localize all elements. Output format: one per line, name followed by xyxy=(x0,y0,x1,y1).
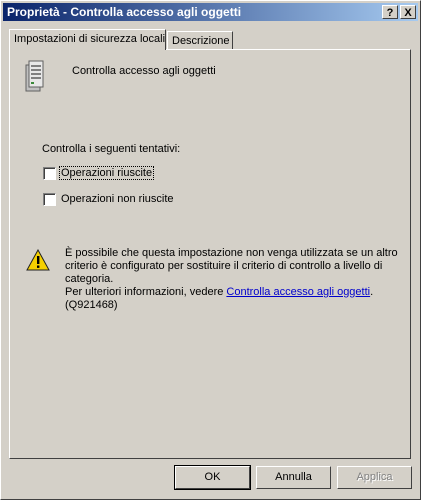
tab-local-security-settings[interactable]: Impostazioni di sicurezza locali xyxy=(9,29,166,50)
success-label[interactable]: Operazioni riuscite xyxy=(58,166,155,180)
window-title: Proprietà - Controlla accesso agli ogget… xyxy=(7,5,242,19)
warning-icon xyxy=(26,249,50,271)
warning-line: categoria. xyxy=(65,273,114,285)
title-bar[interactable]: Proprietà - Controlla accesso agli ogget… xyxy=(3,3,418,21)
policy-name: Controlla accesso agli oggetti xyxy=(72,65,216,77)
close-button[interactable]: X xyxy=(400,5,416,19)
ok-button[interactable]: OK xyxy=(174,465,251,490)
ok-label: OK xyxy=(204,471,221,483)
server-policy-icon xyxy=(25,60,44,92)
apply-button[interactable]: Applica xyxy=(337,466,412,489)
warning-line: È possibile che questa impostazione non … xyxy=(65,247,398,259)
audit-heading: Controlla i seguenti tentativi: xyxy=(42,143,181,155)
cancel-label: Annulla xyxy=(275,471,312,483)
tab-label: Impostazioni di sicurezza locali xyxy=(14,33,166,45)
apply-label: Applica xyxy=(356,471,393,483)
more-info-suffix: . xyxy=(370,286,374,298)
warning-line: criterio è configurato per sostituire il… xyxy=(65,260,383,272)
cancel-button[interactable]: Annulla xyxy=(256,466,331,489)
warning-text: È possibile che questa impostazione non … xyxy=(65,247,398,312)
tab-label: Descrizione xyxy=(172,35,230,47)
kb-reference: (Q921468) xyxy=(65,299,118,311)
more-info-prefix: Per ulteriori informazioni, vedere xyxy=(65,286,227,298)
tab-description[interactable]: Descrizione xyxy=(167,31,233,49)
success-checkbox[interactable] xyxy=(43,167,56,180)
failure-label[interactable]: Operazioni non riuscite xyxy=(61,193,174,205)
policy-help-link[interactable]: Controlla accesso agli oggetti xyxy=(226,286,370,298)
failure-checkbox[interactable] xyxy=(43,193,56,206)
help-button[interactable]: ? xyxy=(382,5,398,19)
more-info-line: Per ulteriori informazioni, vedere Contr… xyxy=(65,286,398,299)
